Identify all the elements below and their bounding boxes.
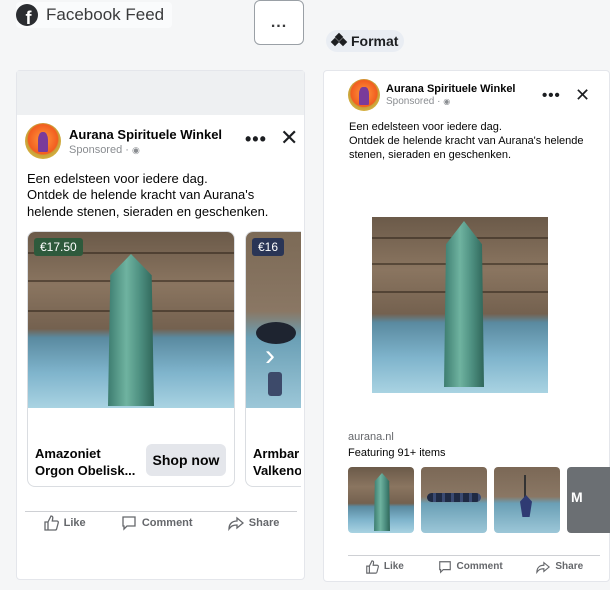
- page-avatar[interactable]: [348, 79, 380, 111]
- post-options-icon[interactable]: •••: [245, 129, 267, 150]
- product-thumbnail[interactable]: M: [567, 467, 610, 533]
- more-options-button[interactable]: ...: [254, 0, 304, 45]
- like-icon: [366, 559, 379, 574]
- ad-body-text: Een edelsteen voor iedere dag. Ontdek de…: [349, 121, 584, 161]
- close-icon[interactable]: ✕: [280, 125, 298, 151]
- sponsored-label: Sponsored · ◉: [386, 96, 451, 107]
- comment-button[interactable]: Comment: [438, 560, 503, 574]
- comment-icon: [438, 560, 451, 574]
- carousel-next-icon[interactable]: ›: [257, 341, 283, 371]
- product-thumbnail[interactable]: [348, 467, 414, 533]
- post-options-icon[interactable]: •••: [542, 87, 561, 104]
- product-title: Armbar Valkeno: [253, 446, 301, 478]
- collection-ad-preview: Aurana Spirituele Winkel Sponsored · ◉ •…: [323, 70, 610, 582]
- placement-title-label: Facebook Feed: [46, 5, 165, 24]
- post-header: Aurana Spirituele Winkel Sponsored · ◉: [25, 123, 222, 159]
- format-chip[interactable]: Format: [326, 30, 405, 52]
- share-button[interactable]: Share: [536, 560, 583, 574]
- product-thumbnail[interactable]: [494, 467, 560, 533]
- sponsored-label: Sponsored · ◉: [69, 143, 140, 156]
- like-button[interactable]: Like: [365, 559, 404, 574]
- share-icon: [536, 560, 551, 574]
- cover-image[interactable]: [372, 217, 548, 393]
- page-name[interactable]: Aurana Spirituele Winkel: [386, 83, 516, 95]
- product-thumbnail[interactable]: [421, 467, 487, 533]
- post-actions-bar: Like Comment Share: [348, 555, 600, 577]
- format-label: Format: [351, 33, 399, 49]
- post-actions-bar: Like Comment Share: [25, 511, 297, 533]
- featuring-count: Featuring 91+ items: [348, 447, 446, 459]
- shop-now-button[interactable]: Shop now: [146, 444, 226, 476]
- price-tag: €16: [252, 238, 285, 256]
- format-diamonds-icon: [330, 32, 348, 48]
- price-tag: €17.50: [34, 238, 83, 256]
- comment-icon: [122, 515, 136, 531]
- globe-icon: ◉: [443, 97, 451, 106]
- page-name[interactable]: Aurana Spirituele Winkel: [69, 127, 222, 142]
- link-domain[interactable]: aurana.nl: [348, 431, 394, 443]
- top-bar: f Facebook Feed ... Format: [0, 0, 610, 60]
- ad-body-text: Een edelsteen voor iedere dag. Ontdek de…: [27, 171, 269, 219]
- preview-top-band: [17, 71, 304, 115]
- product-title: Amazoniet Orgon Obelisk...: [35, 446, 136, 478]
- comment-button[interactable]: Comment: [121, 515, 193, 531]
- like-button[interactable]: Like: [43, 514, 86, 531]
- facebook-logo-icon: f: [16, 4, 38, 26]
- placement-title[interactable]: f Facebook Feed: [16, 2, 173, 28]
- close-icon[interactable]: ✕: [575, 85, 590, 106]
- product-image[interactable]: [28, 232, 234, 408]
- carousel-ad-preview: Aurana Spirituele Winkel Sponsored · ◉ •…: [16, 70, 305, 580]
- product-image[interactable]: [246, 232, 301, 408]
- share-button[interactable]: Share: [228, 515, 279, 531]
- post-header: Aurana Spirituele Winkel Sponsored · ◉: [348, 79, 516, 111]
- share-icon: [228, 516, 244, 531]
- globe-icon: ◉: [131, 144, 140, 155]
- like-icon: [43, 514, 59, 531]
- carousel-card[interactable]: €17.50 Amazoniet Orgon Obelisk... Shop n…: [27, 231, 235, 487]
- page-avatar[interactable]: [25, 123, 61, 159]
